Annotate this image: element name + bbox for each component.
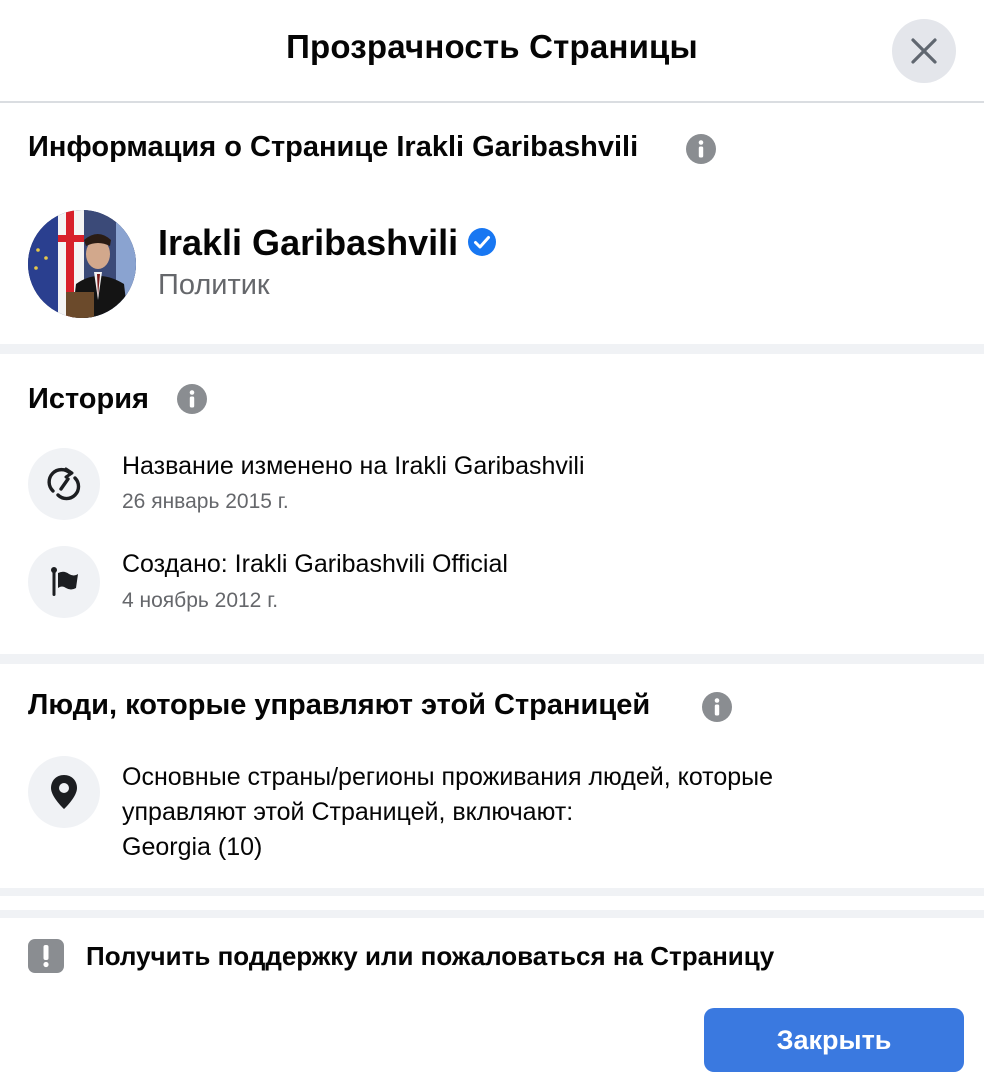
managers-countries-text: Основные страны/регионы проживания людей… [122, 760, 942, 865]
page-category: Политик [158, 269, 270, 301]
history-item-date: 26 январь 2015 г. [122, 490, 289, 513]
managers-line: управляют этой Страницей, включают: [122, 798, 574, 826]
section-divider [0, 344, 984, 354]
close-icon [911, 38, 937, 64]
verified-badge-icon [468, 228, 496, 256]
close-button[interactable] [892, 19, 956, 83]
managers-location-icon-wrap [28, 756, 100, 828]
history-item-date: 4 ноябрь 2012 г. [122, 589, 279, 612]
page-info-title: Информация о Странице Irakli Garibashvil… [28, 131, 639, 163]
support-report-link[interactable]: Получить поддержку или пожаловаться на С… [28, 936, 774, 976]
rename-icon [47, 467, 81, 501]
managers-line: Основные страны/регионы проживания людей… [122, 763, 774, 791]
location-pin-icon [51, 775, 77, 809]
info-icon[interactable] [702, 692, 732, 722]
close-dialog-button[interactable]: Закрыть [704, 1008, 964, 1072]
section-divider [0, 654, 984, 664]
dialog-header: Прозрачность Страницы [0, 0, 984, 103]
section-divider [0, 910, 984, 918]
dialog-title: Прозрачность Страницы [286, 28, 698, 65]
history-title: История [28, 383, 149, 415]
history-item-label: Создано: Irakli Garibashvili Official [122, 550, 508, 578]
support-report-label: Получить поддержку или пожаловаться на С… [86, 940, 775, 971]
managers-title: Люди, которые управляют этой Страницей [28, 689, 651, 721]
avatar[interactable] [28, 210, 136, 318]
history-item-rename-icon-wrap [28, 448, 100, 520]
history-item-created-icon-wrap [28, 546, 100, 618]
managers-country: Georgia (10) [122, 833, 263, 861]
avatar-image [28, 210, 136, 318]
page-name[interactable]: Irakli Garibashvili [158, 222, 458, 264]
flag-icon [51, 567, 78, 596]
page-transparency-dialog: Прозрачность Страницы Информация о Стран… [0, 0, 984, 1092]
info-icon[interactable] [686, 134, 716, 164]
alert-icon [28, 939, 64, 973]
info-icon[interactable] [177, 384, 207, 414]
section-divider [0, 888, 984, 896]
history-item-label: Название изменено на Irakli Garibashvili [122, 452, 585, 480]
